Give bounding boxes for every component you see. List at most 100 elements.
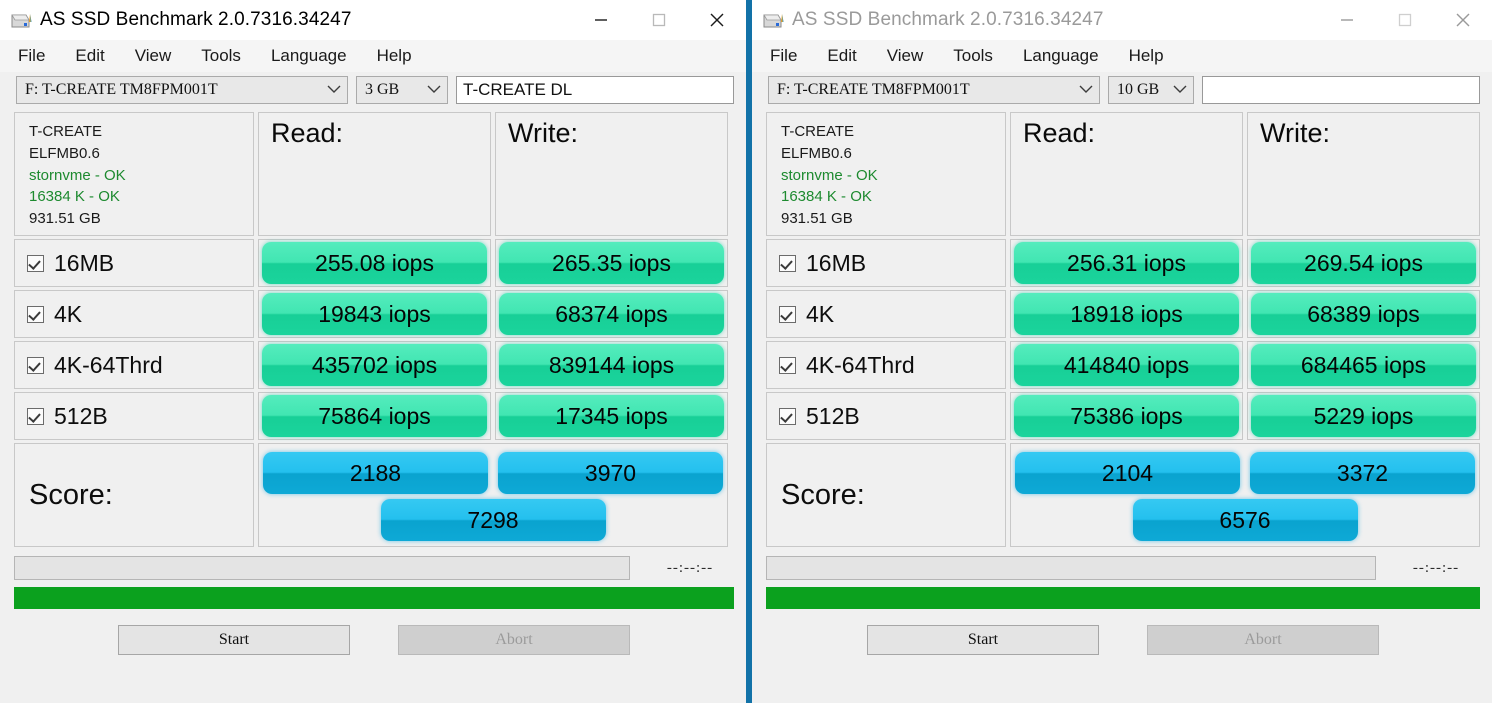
maximize-button[interactable] <box>1376 0 1434 40</box>
start-button[interactable]: Start <box>118 625 350 655</box>
close-button[interactable] <box>688 0 746 40</box>
write-result-value: 684465 iops <box>1251 344 1476 386</box>
menu-edit[interactable]: Edit <box>75 46 104 66</box>
chevron-down-icon <box>1173 81 1187 99</box>
benchmark-name-input[interactable]: T-CREATE DL <box>456 76 734 104</box>
write-result-cell: 68374 iops <box>495 290 728 338</box>
write-result-cell: 265.35 iops <box>495 239 728 287</box>
test-16mb-toggle[interactable]: 16MB <box>766 239 1006 287</box>
test-label: 4K-64Thrd <box>806 351 915 378</box>
write-header-label: Write: <box>1260 118 1331 148</box>
menu-view[interactable]: View <box>135 46 172 66</box>
menu-file[interactable]: File <box>770 46 797 66</box>
drive-select[interactable]: F: T-CREATE TM8FPM001T <box>16 76 348 104</box>
menu-tools[interactable]: Tools <box>201 46 241 66</box>
score-label: Score: <box>781 478 865 511</box>
test-4k-64thrd-toggle[interactable]: 4K-64Thrd <box>14 341 254 389</box>
drive-model: T-CREATE <box>29 123 103 140</box>
results-grid: T-CREATE ELFMB0.6 stornvme - OK 16384 K … <box>766 112 1480 550</box>
read-column-header: Read: <box>258 112 491 236</box>
write-result-value: 839144 iops <box>499 344 724 386</box>
checkbox-icon[interactable] <box>27 407 44 425</box>
checkbox-icon[interactable] <box>27 356 44 374</box>
checkbox-icon[interactable] <box>27 254 44 272</box>
test-label: 16MB <box>54 249 115 276</box>
score-write-value: 3372 <box>1250 452 1475 494</box>
write-result-cell: 5229 iops <box>1247 392 1480 440</box>
table-row: 512B 75386 iops 5229 iops <box>766 392 1480 440</box>
menu-help[interactable]: Help <box>1129 46 1164 66</box>
test-512b-toggle[interactable]: 512B <box>766 392 1006 440</box>
elapsed-timer: --:--:-- <box>1412 559 1460 576</box>
test-512b-toggle[interactable]: 512B <box>14 392 254 440</box>
status-line: --:--:-- <box>766 556 1480 580</box>
read-result-cell: 18918 iops <box>1010 290 1243 338</box>
menu-help[interactable]: Help <box>377 46 412 66</box>
read-result-value: 75864 iops <box>262 395 487 437</box>
test-4k-toggle[interactable]: 4K <box>14 290 254 338</box>
score-label-cell: Score: <box>14 443 254 547</box>
window-title: AS SSD Benchmark 2.0.7316.34247 <box>792 9 1104 30</box>
test-label: 4K <box>54 300 83 327</box>
chevron-down-icon <box>1079 81 1093 99</box>
menu-file[interactable]: File <box>18 46 45 66</box>
test-label: 16MB <box>806 249 867 276</box>
status-line: --:--:-- <box>14 556 734 580</box>
window-controls <box>572 0 746 40</box>
write-result-cell: 684465 iops <box>1247 341 1480 389</box>
drive-firmware: ELFMB0.6 <box>781 144 852 162</box>
minimize-button[interactable] <box>572 0 630 40</box>
size-select[interactable]: 3 GB <box>356 76 448 104</box>
progress-bar <box>14 587 734 609</box>
score-label-cell: Score: <box>766 443 1006 547</box>
read-result-cell: 414840 iops <box>1010 341 1243 389</box>
checkbox-icon[interactable] <box>779 254 796 272</box>
test-label: 512B <box>54 402 108 429</box>
drive-firmware: ELFMB0.6 <box>29 144 100 162</box>
menu-view[interactable]: View <box>887 46 924 66</box>
drive-info-panel: T-CREATE ELFMB0.6 stornvme - OK 16384 K … <box>14 112 254 236</box>
read-result-cell: 435702 iops <box>258 341 491 389</box>
read-result-value: 255.08 iops <box>262 242 487 284</box>
write-result-cell: 839144 iops <box>495 341 728 389</box>
write-column-header: Write: <box>495 112 728 236</box>
action-buttons: Start Abort <box>14 625 734 655</box>
checkbox-icon[interactable] <box>779 305 796 323</box>
maximize-button[interactable] <box>630 0 688 40</box>
drive-capacity: 931.51 GB <box>29 210 101 227</box>
status-message <box>766 556 1376 580</box>
checkbox-icon[interactable] <box>779 356 796 374</box>
menu-bar: File Edit View Tools Language Help <box>752 40 1492 72</box>
menu-tools[interactable]: Tools <box>953 46 993 66</box>
test-label: 4K-64Thrd <box>54 351 163 378</box>
test-16mb-toggle[interactable]: 16MB <box>14 239 254 287</box>
start-button[interactable]: Start <box>867 625 1099 655</box>
test-4k-64thrd-toggle[interactable]: 4K-64Thrd <box>766 341 1006 389</box>
grid-header-row: T-CREATE ELFMB0.6 stornvme - OK 16384 K … <box>14 112 734 236</box>
score-read-value: 2188 <box>263 452 488 494</box>
menu-edit[interactable]: Edit <box>827 46 856 66</box>
minimize-button[interactable] <box>1318 0 1376 40</box>
menu-language[interactable]: Language <box>1023 46 1099 66</box>
size-select[interactable]: 10 GB <box>1108 76 1194 104</box>
toolbar: F: T-CREATE TM8FPM001T 3 GB T-CREATE DL <box>0 72 746 110</box>
progress-bar <box>766 587 1480 609</box>
read-result-cell: 19843 iops <box>258 290 491 338</box>
score-row: Score: 2188 3970 7298 <box>14 443 734 547</box>
checkbox-icon[interactable] <box>27 305 44 323</box>
checkbox-icon[interactable] <box>779 407 796 425</box>
close-button[interactable] <box>1434 0 1492 40</box>
menu-bar: File Edit View Tools Language Help <box>0 40 746 72</box>
read-result-value: 435702 iops <box>262 344 487 386</box>
read-column-header: Read: <box>1010 112 1243 236</box>
read-result-cell: 75864 iops <box>258 392 491 440</box>
menu-language[interactable]: Language <box>271 46 347 66</box>
test-4k-toggle[interactable]: 4K <box>766 290 1006 338</box>
table-row: 4K 18918 iops 68389 iops <box>766 290 1480 338</box>
benchmark-name-input[interactable] <box>1202 76 1480 104</box>
drive-alignment-status: 16384 K - OK <box>781 188 872 206</box>
titlebar: AS SSD Benchmark 2.0.7316.34247 <box>752 0 1492 40</box>
drive-select[interactable]: F: T-CREATE TM8FPM001T <box>768 76 1100 104</box>
table-row: 4K-64Thrd 414840 iops 684465 iops <box>766 341 1480 389</box>
toolbar: F: T-CREATE TM8FPM001T 10 GB <box>752 72 1492 110</box>
